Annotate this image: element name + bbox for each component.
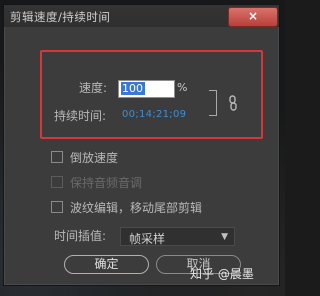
- watermark: 知乎 @晨墨: [190, 267, 254, 281]
- time-interpolation-label: 时间插值:: [54, 229, 107, 243]
- maintain-audio-pitch-checkbox[interactable]: [51, 176, 63, 188]
- duration-label: 持续时间:: [54, 109, 107, 123]
- close-icon: ×: [247, 9, 259, 23]
- dialog-title: 剪辑速度/持续时间: [10, 10, 111, 24]
- ok-button[interactable]: 确定: [64, 255, 149, 274]
- maintain-audio-pitch-label: 保持音频音调: [70, 176, 143, 190]
- close-button[interactable]: ×: [228, 7, 278, 27]
- reverse-speed-label: 倒放速度: [70, 151, 119, 165]
- chevron-down-icon: ▼: [221, 232, 228, 242]
- clip-speed-dialog: 剪辑速度/持续时间 × 速度: 100 % 持续时间: 00;14;21;09 …: [3, 4, 280, 286]
- time-interpolation-select[interactable]: 帧采样 ▼: [120, 227, 235, 246]
- speed-label: 速度:: [79, 81, 108, 95]
- speed-value: 100: [121, 82, 145, 95]
- title-bar: 剪辑速度/持续时间 ×: [4, 5, 279, 27]
- ripple-edit-label: 波纹编辑，移动尾部剪辑: [70, 201, 203, 215]
- time-interpolation-value: 帧采样: [129, 232, 166, 246]
- speed-input[interactable]: 100: [118, 80, 175, 98]
- ripple-edit-checkbox[interactable]: [51, 201, 63, 213]
- chain-link-icon[interactable]: [227, 95, 239, 111]
- duration-value[interactable]: 00;14;21;09: [122, 109, 186, 120]
- percent-unit: %: [177, 81, 188, 94]
- reverse-speed-checkbox[interactable]: [51, 151, 63, 163]
- link-bracket: [209, 90, 217, 116]
